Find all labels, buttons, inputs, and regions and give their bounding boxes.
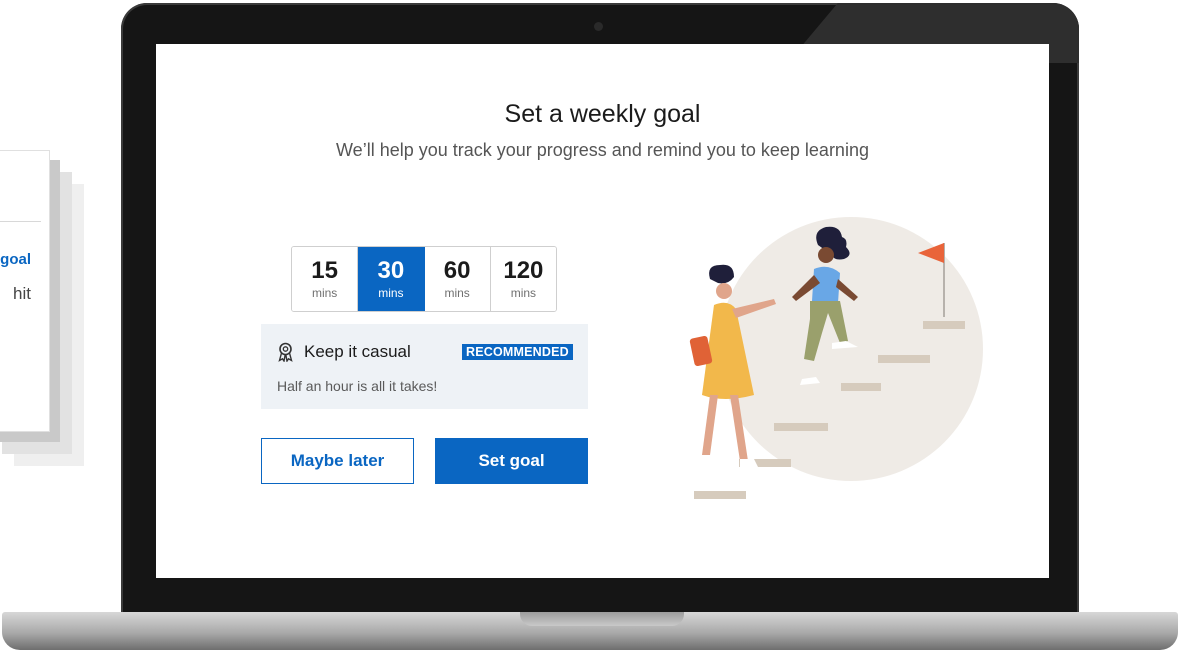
goal-description: Half an hour is all it takes! — [277, 378, 438, 394]
goal-info-panel: Keep it casual RECOMMENDED Half an hour … — [261, 324, 588, 409]
hiker-shoe — [696, 455, 710, 467]
recommended-badge: RECOMMENDED — [462, 344, 573, 360]
stair-step — [774, 423, 828, 431]
laptop-notch — [520, 612, 684, 626]
dialog-subtitle: We’ll help you track your progress and r… — [336, 140, 869, 160]
laptop-lid: Set a weekly goal We’ll help you track y… — [121, 3, 1079, 616]
stair-step — [923, 321, 965, 329]
option-unit: mins — [311, 286, 338, 301]
set-goal-button[interactable]: Set goal — [435, 438, 588, 484]
hiker-head — [716, 283, 732, 299]
camera-icon — [594, 22, 603, 31]
background-card: goal hit — [0, 150, 50, 432]
dialog-title: Set a weekly goal — [504, 100, 701, 128]
option-120-mins[interactable]: 120 mins — [490, 247, 556, 311]
option-unit: mins — [378, 286, 404, 301]
hiker-leg — [702, 395, 718, 455]
stair-step — [841, 383, 881, 391]
award-ribbon-icon — [278, 342, 293, 362]
goal-name: Keep it casual — [304, 342, 411, 361]
option-value: 120 — [503, 256, 544, 284]
option-value: 60 — [443, 256, 471, 284]
stair-step — [878, 355, 930, 363]
maybe-later-button[interactable]: Maybe later — [261, 438, 414, 484]
option-30-mins[interactable]: 30 mins — [358, 247, 425, 311]
stair-step — [694, 491, 746, 499]
climbing-stairs-illustration — [689, 217, 983, 499]
laptop-screen: Set a weekly goal We’ll help you track y… — [156, 44, 1049, 578]
laptop-base — [2, 612, 1178, 650]
option-value: 15 — [311, 256, 338, 284]
goal-options: 15 mins 30 mins 60 mins 120 mins — [291, 246, 557, 312]
option-value: 30 — [377, 256, 405, 284]
option-60-mins[interactable]: 60 mins — [424, 247, 491, 311]
option-unit: mins — [444, 286, 470, 301]
option-15-mins[interactable]: 15 mins — [292, 247, 359, 311]
hiker-hair — [709, 264, 734, 284]
option-unit: mins — [510, 286, 537, 301]
card-link-text[interactable]: goal — [0, 251, 31, 268]
climber-head — [818, 247, 834, 263]
hiker-bag — [689, 335, 713, 367]
card-body-text: hit — [13, 284, 31, 303]
card-divider — [0, 221, 41, 222]
